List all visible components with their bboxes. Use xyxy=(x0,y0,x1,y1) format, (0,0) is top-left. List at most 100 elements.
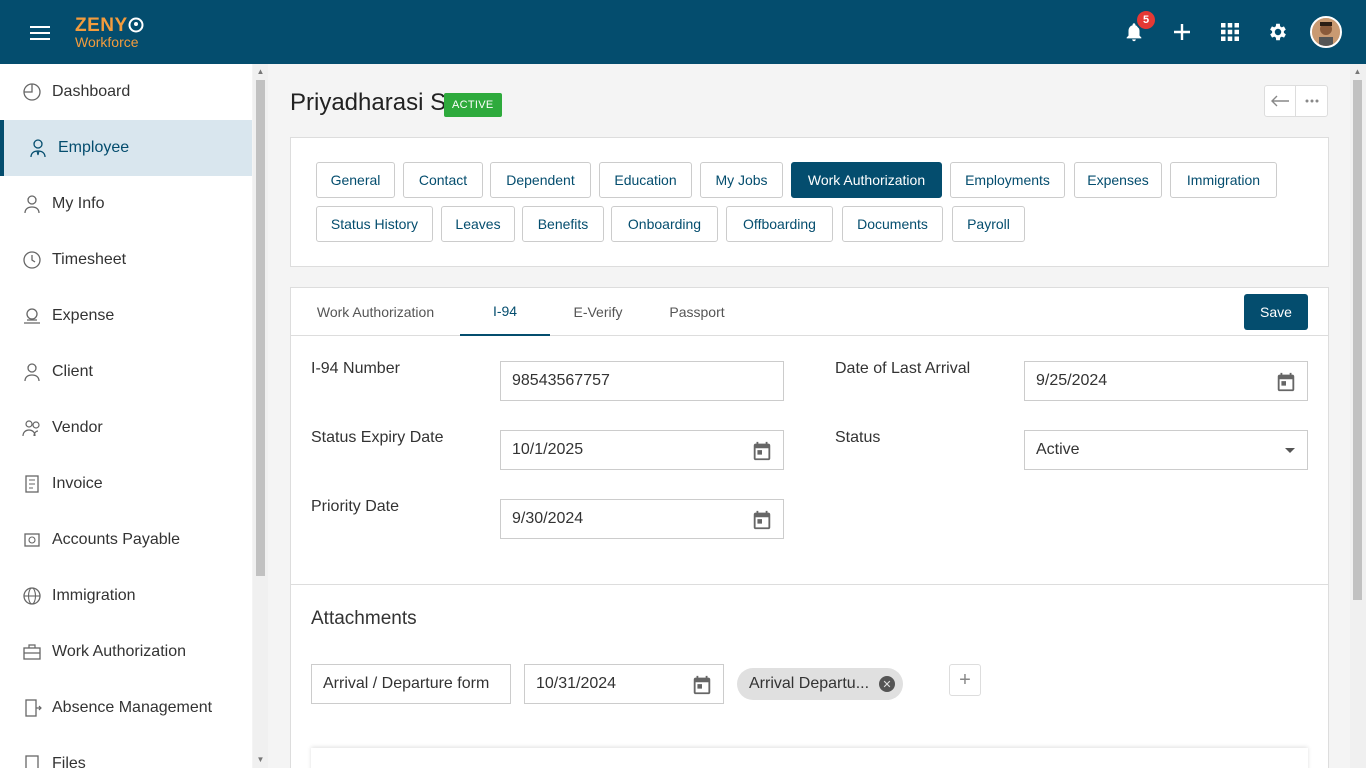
logo-subtitle: Workforce xyxy=(75,34,139,50)
status-select[interactable]: Active xyxy=(1024,430,1308,470)
sidebar-item-immigration[interactable]: Immigration xyxy=(0,568,252,624)
sidebar-item-invoice[interactable]: Invoice xyxy=(0,456,252,512)
tab-leaves[interactable]: Leaves xyxy=(441,206,515,242)
i94-number-label: I-94 Number xyxy=(311,360,400,377)
sidebar-item-label: Vendor xyxy=(52,419,103,436)
last-arrival-date-input[interactable]: 9/25/2024 xyxy=(1024,361,1308,401)
document-type-input[interactable]: Arrival / Departure form xyxy=(311,664,511,704)
door-icon xyxy=(22,698,42,718)
save-button[interactable]: Save xyxy=(1244,294,1308,330)
scroll-up-arrow[interactable]: ▲ xyxy=(253,66,268,78)
tab-documents[interactable]: Documents xyxy=(842,206,943,242)
sidebar-item-absence-management[interactable]: Absence Management xyxy=(0,680,252,736)
scrollbar-thumb[interactable] xyxy=(1353,80,1362,600)
vendor-icon xyxy=(22,418,42,438)
sidebar-item-work-authorization[interactable]: Work Authorization xyxy=(0,624,252,680)
scroll-down-arrow[interactable]: ▼ xyxy=(253,754,268,766)
subtab-work-authorization[interactable]: Work Authorization xyxy=(291,288,460,336)
tab-immigration[interactable]: Immigration xyxy=(1170,162,1277,198)
status-expiry-date-input[interactable]: 10/1/2025 xyxy=(500,430,784,470)
priority-date-input[interactable]: 9/30/2024 xyxy=(500,499,784,539)
notification-badge: 5 xyxy=(1135,9,1157,31)
file-chip[interactable]: Arrival Departu... ✕ xyxy=(737,668,903,700)
client-icon xyxy=(22,362,42,382)
remove-file-icon[interactable]: ✕ xyxy=(879,676,895,692)
tab-contact[interactable]: Contact xyxy=(403,162,483,198)
attachments-title: Attachments xyxy=(311,608,417,629)
tab-status-history[interactable]: Status History xyxy=(316,206,433,242)
sidebar-item-client[interactable]: Client xyxy=(0,344,252,400)
calendar-icon[interactable] xyxy=(691,674,713,696)
expense-icon xyxy=(22,306,42,326)
status-label: Status xyxy=(835,429,881,446)
sidebar-item-employee[interactable]: Employee xyxy=(0,120,252,176)
status-expiry-label: Status Expiry Date xyxy=(311,429,444,446)
attachment-date-input[interactable]: 10/31/2024 xyxy=(524,664,724,704)
sub-tabs: Work Authorization I-94 E-Verify Passport xyxy=(291,288,1328,336)
sidebar-item-label: Employee xyxy=(58,139,130,156)
calendar-icon[interactable] xyxy=(751,509,773,531)
plus-icon[interactable] xyxy=(1168,18,1196,46)
sidebar: Dashboard Employee My Info Timesheet Expense… xyxy=(0,64,252,768)
page-scrollbar[interactable]: ▲ xyxy=(1350,64,1366,768)
tab-onboarding[interactable]: Onboarding xyxy=(611,206,718,242)
tab-education[interactable]: Education xyxy=(599,162,692,198)
i94-form-card: Work Authorization I-94 E-Verify Passport S… xyxy=(290,287,1329,768)
sidebar-item-accounts-payable[interactable]: Accounts Payable xyxy=(0,512,252,568)
tab-offboarding[interactable]: Offboarding xyxy=(726,206,833,242)
subtab-e-verify[interactable]: E-Verify xyxy=(550,288,646,336)
header-actions xyxy=(1264,85,1328,117)
tab-dependent[interactable]: Dependent xyxy=(490,162,591,198)
tab-employments[interactable]: Employments xyxy=(950,162,1065,198)
sidebar-item-label: Dashboard xyxy=(52,83,131,100)
accounts-payable-icon xyxy=(22,530,42,550)
sidebar-item-vendor[interactable]: Vendor xyxy=(0,400,252,456)
scroll-up-arrow[interactable]: ▲ xyxy=(1350,66,1365,78)
user-avatar[interactable] xyxy=(1310,16,1342,48)
i94-number-input[interactable]: 98543567757 xyxy=(500,361,784,401)
more-options-icon[interactable] xyxy=(1296,86,1327,116)
menu-icon[interactable] xyxy=(30,26,50,40)
tab-payroll[interactable]: Payroll xyxy=(952,206,1025,242)
tab-expenses[interactable]: Expenses xyxy=(1074,162,1162,198)
calendar-icon[interactable] xyxy=(1275,371,1297,393)
gear-icon[interactable] xyxy=(1264,18,1292,46)
sidebar-item-my-info[interactable]: My Info xyxy=(0,176,252,232)
add-attachment-button[interactable]: + xyxy=(949,664,981,696)
sidebar-item-label: Work Authorization xyxy=(52,643,186,660)
sidebar-item-files[interactable]: Files xyxy=(0,736,252,768)
sidebar-scrollbar[interactable]: ▲ ▼ xyxy=(253,64,268,768)
sidebar-item-expense[interactable]: Expense xyxy=(0,288,252,344)
my-info-icon xyxy=(22,194,42,214)
briefcase-icon xyxy=(22,642,42,662)
subtab-passport[interactable]: Passport xyxy=(646,288,748,336)
sidebar-item-label: Timesheet xyxy=(52,251,127,268)
dashboard-icon xyxy=(22,82,42,102)
sidebar-item-dashboard[interactable]: Dashboard xyxy=(0,64,252,120)
subtab-i-94[interactable]: I-94 xyxy=(460,288,550,336)
back-arrow-icon[interactable] xyxy=(1265,86,1297,116)
priority-date-label: Priority Date xyxy=(311,498,400,515)
tab-my-jobs[interactable]: My Jobs xyxy=(700,162,783,198)
calendar-icon[interactable] xyxy=(751,440,773,462)
tab-benefits[interactable]: Benefits xyxy=(522,206,604,242)
sidebar-item-label: Immigration xyxy=(52,587,136,604)
last-arrival-label: Date of Last Arrival xyxy=(835,360,971,377)
chevron-down-icon[interactable] xyxy=(1285,448,1295,453)
sidebar-item-label: Expense xyxy=(52,307,115,324)
tab-general[interactable]: General xyxy=(316,162,395,198)
clock-icon xyxy=(22,250,42,270)
sidebar-item-label: Client xyxy=(52,363,93,380)
sidebar-item-label: Files xyxy=(52,755,86,768)
apps-grid-icon[interactable] xyxy=(1216,18,1244,46)
status-badge: ACTIVE xyxy=(444,93,502,117)
employee-icon xyxy=(28,138,48,158)
tab-work-authorization[interactable]: Work Authorization xyxy=(791,162,942,198)
main-content: Priyadharasi S ACTIVE General Contact Depe… xyxy=(270,64,1348,768)
scrollbar-thumb[interactable] xyxy=(256,80,265,576)
employee-name: Priyadharasi S xyxy=(290,89,447,116)
attachments-list-card xyxy=(311,748,1308,768)
logo[interactable]: ZENY Workforce xyxy=(75,16,144,49)
sidebar-item-timesheet[interactable]: Timesheet xyxy=(0,232,252,288)
sidebar-item-label: Absence Management xyxy=(52,699,213,716)
